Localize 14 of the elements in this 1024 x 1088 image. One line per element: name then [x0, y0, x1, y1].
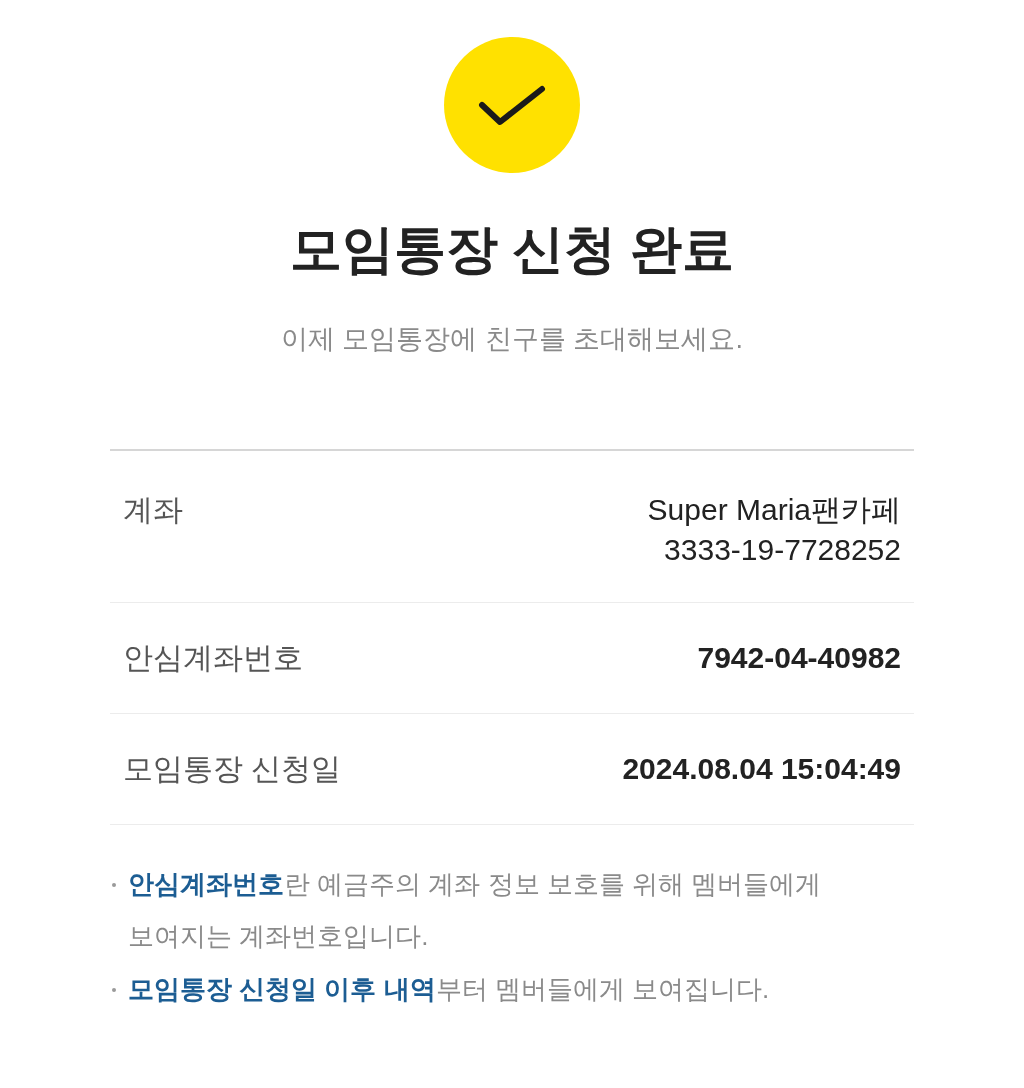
bullet-icon: [112, 988, 116, 992]
subtitle: 이제 모임통장에 친구를 초대해보세요.: [281, 323, 743, 356]
note-text: 모임통장 신청일 이후 내역부터 멤버들에게 보여집니다.: [128, 973, 770, 1006]
check-icon: [444, 37, 580, 173]
note-text: 안심계좌번호란 예금주의 계좌 정보 보호를 위해 멤버들에게 보여지는 계좌번호입니다.: [128, 868, 823, 953]
page-title: 모임통장 신청 완료: [289, 219, 735, 280]
detail-label: 안심계좌번호: [123, 640, 303, 676]
detail-value: 3333-19-7728252: [664, 532, 901, 568]
detail-label: 계좌: [123, 492, 183, 528]
detail-value: 7942-04-40982: [697, 640, 901, 676]
bullet-icon: [112, 883, 116, 887]
detail-label: 모임통장 신청일: [123, 751, 342, 787]
detail-value: 2024.08.04 15:04:49: [622, 751, 901, 787]
detail-value: Super Maria팬카페: [647, 492, 901, 528]
